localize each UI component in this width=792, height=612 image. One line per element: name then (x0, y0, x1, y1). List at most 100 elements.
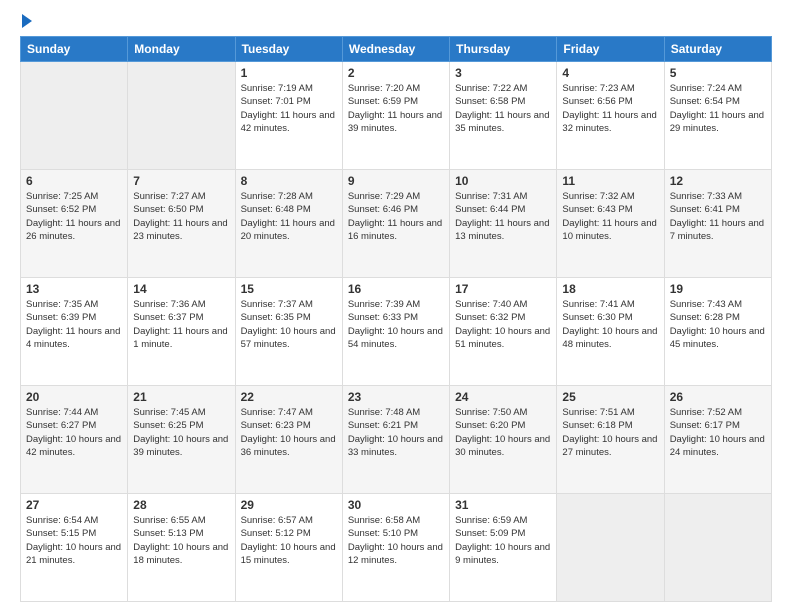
day-number: 2 (348, 66, 444, 80)
calendar-cell: 9 Sunrise: 7:29 AM Sunset: 6:46 PM Daylig… (342, 170, 449, 278)
day-info: Sunrise: 7:39 AM Sunset: 6:33 PM Dayligh… (348, 298, 444, 351)
day-number: 23 (348, 390, 444, 404)
day-info: Sunrise: 6:57 AM Sunset: 5:12 PM Dayligh… (241, 514, 337, 567)
calendar-cell (21, 62, 128, 170)
day-info: Sunrise: 7:44 AM Sunset: 6:27 PM Dayligh… (26, 406, 122, 459)
day-info: Sunrise: 7:45 AM Sunset: 6:25 PM Dayligh… (133, 406, 229, 459)
col-header-sunday: Sunday (21, 37, 128, 62)
day-info: Sunrise: 7:19 AM Sunset: 7:01 PM Dayligh… (241, 82, 337, 135)
day-number: 17 (455, 282, 551, 296)
day-info: Sunrise: 7:37 AM Sunset: 6:35 PM Dayligh… (241, 298, 337, 351)
day-info: Sunrise: 7:28 AM Sunset: 6:48 PM Dayligh… (241, 190, 337, 243)
day-info: Sunrise: 6:59 AM Sunset: 5:09 PM Dayligh… (455, 514, 551, 567)
calendar-cell: 10 Sunrise: 7:31 AM Sunset: 6:44 PM Dayli… (450, 170, 557, 278)
day-number: 15 (241, 282, 337, 296)
day-info: Sunrise: 7:31 AM Sunset: 6:44 PM Dayligh… (455, 190, 551, 243)
day-number: 10 (455, 174, 551, 188)
day-number: 3 (455, 66, 551, 80)
day-info: Sunrise: 7:50 AM Sunset: 6:20 PM Dayligh… (455, 406, 551, 459)
calendar-cell: 15 Sunrise: 7:37 AM Sunset: 6:35 PM Dayli… (235, 278, 342, 386)
calendar-cell: 25 Sunrise: 7:51 AM Sunset: 6:18 PM Dayli… (557, 386, 664, 494)
day-number: 4 (562, 66, 658, 80)
calendar-cell: 3 Sunrise: 7:22 AM Sunset: 6:58 PM Daylig… (450, 62, 557, 170)
day-info: Sunrise: 7:27 AM Sunset: 6:50 PM Dayligh… (133, 190, 229, 243)
day-number: 13 (26, 282, 122, 296)
calendar-cell: 31 Sunrise: 6:59 AM Sunset: 5:09 PM Dayli… (450, 494, 557, 602)
calendar-cell: 5 Sunrise: 7:24 AM Sunset: 6:54 PM Daylig… (664, 62, 771, 170)
day-info: Sunrise: 7:52 AM Sunset: 6:17 PM Dayligh… (670, 406, 766, 459)
day-number: 8 (241, 174, 337, 188)
calendar-cell (128, 62, 235, 170)
week-row-1: 6Sunrise: 7:25 AM Sunset: 6:52 PM Daylig… (21, 170, 772, 278)
day-number: 11 (562, 174, 658, 188)
day-number: 20 (26, 390, 122, 404)
logo (20, 16, 32, 28)
day-number: 14 (133, 282, 229, 296)
calendar-cell: 16 Sunrise: 7:39 AM Sunset: 6:33 PM Dayli… (342, 278, 449, 386)
week-row-4: 27Sunrise: 6:54 AM Sunset: 5:15 PM Dayli… (21, 494, 772, 602)
logo-text (20, 16, 32, 28)
week-row-0: 1 Sunrise: 7:19 AM Sunset: 7:01 PM Daylig… (21, 62, 772, 170)
col-header-thursday: Thursday (450, 37, 557, 62)
calendar-cell: 13 Sunrise: 7:35 AM Sunset: 6:39 PM Dayli… (21, 278, 128, 386)
day-info: Sunrise: 7:32 AM Sunset: 6:43 PM Dayligh… (562, 190, 658, 243)
calendar-cell: 30Sunrise: 6:58 AM Sunset: 5:10 PM Dayli… (342, 494, 449, 602)
day-info: Sunrise: 7:40 AM Sunset: 6:32 PM Dayligh… (455, 298, 551, 351)
day-info: Sunrise: 7:33 AM Sunset: 6:41 PM Dayligh… (670, 190, 766, 243)
day-info: Sunrise: 7:35 AM Sunset: 6:39 PM Dayligh… (26, 298, 122, 351)
calendar-cell: 6Sunrise: 7:25 AM Sunset: 6:52 PM Daylig… (21, 170, 128, 278)
calendar-cell: 22Sunrise: 7:47 AM Sunset: 6:23 PM Dayli… (235, 386, 342, 494)
day-info: Sunrise: 7:48 AM Sunset: 6:21 PM Dayligh… (348, 406, 444, 459)
day-info: Sunrise: 7:20 AM Sunset: 6:59 PM Dayligh… (348, 82, 444, 135)
day-number: 25 (562, 390, 658, 404)
day-number: 16 (348, 282, 444, 296)
calendar-cell: 7 Sunrise: 7:27 AM Sunset: 6:50 PM Daylig… (128, 170, 235, 278)
calendar-cell (557, 494, 664, 602)
calendar-cell: 2 Sunrise: 7:20 AM Sunset: 6:59 PM Daylig… (342, 62, 449, 170)
calendar-cell: 1 Sunrise: 7:19 AM Sunset: 7:01 PM Daylig… (235, 62, 342, 170)
day-number: 9 (348, 174, 444, 188)
day-info: Sunrise: 7:29 AM Sunset: 6:46 PM Dayligh… (348, 190, 444, 243)
calendar-cell: 18Sunrise: 7:41 AM Sunset: 6:30 PM Dayli… (557, 278, 664, 386)
calendar-table: SundayMondayTuesdayWednesdayThursdayFrid… (20, 36, 772, 602)
day-info: Sunrise: 7:25 AM Sunset: 6:52 PM Dayligh… (26, 190, 122, 243)
day-info: Sunrise: 7:36 AM Sunset: 6:37 PM Dayligh… (133, 298, 229, 351)
calendar-cell: 26 Sunrise: 7:52 AM Sunset: 6:17 PM Dayli… (664, 386, 771, 494)
week-row-2: 13 Sunrise: 7:35 AM Sunset: 6:39 PM Dayli… (21, 278, 772, 386)
day-info: Sunrise: 6:55 AM Sunset: 5:13 PM Dayligh… (133, 514, 229, 567)
day-number: 31 (455, 498, 551, 512)
col-header-monday: Monday (128, 37, 235, 62)
calendar-cell: 4 Sunrise: 7:23 AM Sunset: 6:56 PM Daylig… (557, 62, 664, 170)
header-row: SundayMondayTuesdayWednesdayThursdayFrid… (21, 37, 772, 62)
calendar-cell: 19Sunrise: 7:43 AM Sunset: 6:28 PM Dayli… (664, 278, 771, 386)
calendar-cell: 8 Sunrise: 7:28 AM Sunset: 6:48 PM Daylig… (235, 170, 342, 278)
calendar-cell: 28 Sunrise: 6:55 AM Sunset: 5:13 PM Dayli… (128, 494, 235, 602)
calendar-cell: 12Sunrise: 7:33 AM Sunset: 6:41 PM Dayli… (664, 170, 771, 278)
day-number: 22 (241, 390, 337, 404)
calendar-cell: 21 Sunrise: 7:45 AM Sunset: 6:25 PM Dayli… (128, 386, 235, 494)
logo-arrow-icon (22, 14, 32, 28)
day-number: 28 (133, 498, 229, 512)
col-header-saturday: Saturday (664, 37, 771, 62)
calendar-cell: 20 Sunrise: 7:44 AM Sunset: 6:27 PM Dayli… (21, 386, 128, 494)
calendar-cell (664, 494, 771, 602)
day-info: Sunrise: 7:24 AM Sunset: 6:54 PM Dayligh… (670, 82, 766, 135)
day-info: Sunrise: 7:23 AM Sunset: 6:56 PM Dayligh… (562, 82, 658, 135)
calendar-cell: 17 Sunrise: 7:40 AM Sunset: 6:32 PM Dayli… (450, 278, 557, 386)
day-number: 5 (670, 66, 766, 80)
day-info: Sunrise: 7:51 AM Sunset: 6:18 PM Dayligh… (562, 406, 658, 459)
header (20, 16, 772, 28)
day-number: 30 (348, 498, 444, 512)
day-info: Sunrise: 7:22 AM Sunset: 6:58 PM Dayligh… (455, 82, 551, 135)
day-number: 21 (133, 390, 229, 404)
calendar-cell: 14 Sunrise: 7:36 AM Sunset: 6:37 PM Dayli… (128, 278, 235, 386)
day-number: 26 (670, 390, 766, 404)
calendar-cell: 29Sunrise: 6:57 AM Sunset: 5:12 PM Dayli… (235, 494, 342, 602)
calendar-cell: 23 Sunrise: 7:48 AM Sunset: 6:21 PM Dayli… (342, 386, 449, 494)
day-number: 1 (241, 66, 337, 80)
col-header-wednesday: Wednesday (342, 37, 449, 62)
day-number: 27 (26, 498, 122, 512)
day-info: Sunrise: 7:43 AM Sunset: 6:28 PM Dayligh… (670, 298, 766, 351)
day-number: 7 (133, 174, 229, 188)
col-header-friday: Friday (557, 37, 664, 62)
